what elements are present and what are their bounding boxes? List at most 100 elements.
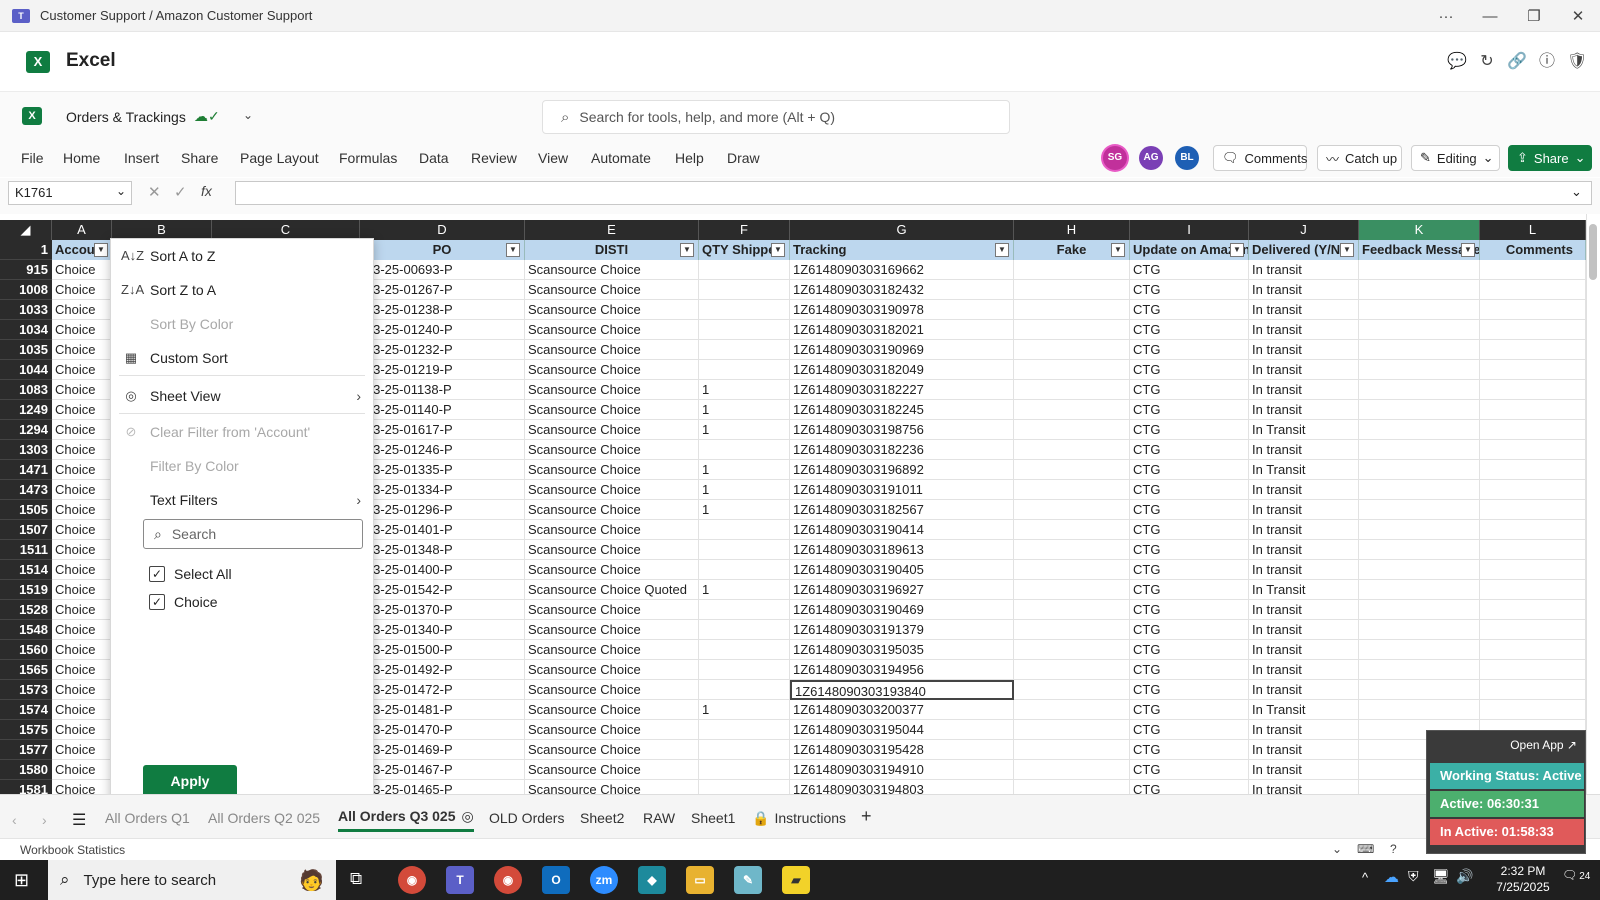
- table-cell[interactable]: [1480, 600, 1586, 620]
- table-cell[interactable]: 1Z6148090303195044: [790, 720, 1014, 740]
- app-diamond-icon[interactable]: ◆: [638, 866, 666, 894]
- share-button[interactable]: ⇪ Share ⌄: [1508, 145, 1592, 171]
- filter-search-input[interactable]: ⌕ Search: [143, 519, 363, 549]
- table-cell[interactable]: [699, 740, 790, 760]
- name-box[interactable]: K1761: [8, 181, 132, 205]
- table-cell[interactable]: [1480, 460, 1586, 480]
- table-cell[interactable]: Choice: [52, 340, 112, 360]
- table-cell[interactable]: Choice: [52, 540, 112, 560]
- table-cell[interactable]: Scansource Choice: [525, 460, 699, 480]
- table-cell[interactable]: 1Z6148090303182021: [790, 320, 1014, 340]
- table-cell[interactable]: Choice: [52, 440, 112, 460]
- table-cell[interactable]: [1480, 580, 1586, 600]
- table-cell[interactable]: Q3-25-01140-P: [360, 400, 525, 420]
- table-cell[interactable]: [1480, 340, 1586, 360]
- table-cell[interactable]: CTG: [1130, 620, 1249, 640]
- row-number[interactable]: 1505: [0, 500, 52, 520]
- table-cell[interactable]: [1359, 260, 1480, 280]
- menu-review[interactable]: Review: [471, 150, 517, 174]
- check-icon[interactable]: ✓: [174, 183, 187, 201]
- tab-all-orders-q3[interactable]: All Orders Q3 025 ◎: [338, 808, 474, 832]
- filter-dropdown-icon[interactable]: ▼: [506, 243, 520, 257]
- row-number[interactable]: 1514: [0, 560, 52, 580]
- row-number[interactable]: 1473: [0, 480, 52, 500]
- table-cell[interactable]: 1Z6148090303194910: [790, 760, 1014, 780]
- table-cell[interactable]: [1359, 340, 1480, 360]
- column-header-d[interactable]: D: [360, 220, 525, 240]
- table-cell[interactable]: In transit: [1249, 660, 1359, 680]
- table-cell[interactable]: In transit: [1249, 720, 1359, 740]
- table-cell[interactable]: In transit: [1249, 400, 1359, 420]
- table-cell[interactable]: 1Z6148090303191379: [790, 620, 1014, 640]
- table-cell[interactable]: [1014, 340, 1130, 360]
- table-cell[interactable]: [1359, 660, 1480, 680]
- notifications-icon[interactable]: 🗨 24: [1562, 868, 1590, 882]
- table-cell[interactable]: 1Z6148090303198756: [790, 420, 1014, 440]
- table-cell[interactable]: Scansource Choice: [525, 660, 699, 680]
- table-cell[interactable]: CTG: [1130, 320, 1249, 340]
- scrollbar-thumb[interactable]: [1589, 224, 1597, 280]
- task-view-icon[interactable]: ⧉: [350, 869, 362, 889]
- table-cell[interactable]: Scansource Choice: [525, 700, 699, 720]
- table-cell[interactable]: 1Z6148090303190469: [790, 600, 1014, 620]
- table-cell[interactable]: [1014, 280, 1130, 300]
- chrome-icon[interactable]: ◉: [398, 866, 426, 894]
- table-cell[interactable]: Choice: [52, 720, 112, 740]
- table-cell[interactable]: [1014, 360, 1130, 380]
- table-cell[interactable]: [1014, 400, 1130, 420]
- table-cell[interactable]: [699, 640, 790, 660]
- table-cell[interactable]: 1Z6148090303182245: [790, 400, 1014, 420]
- table-cell[interactable]: 1: [699, 480, 790, 500]
- cancel-icon[interactable]: ✕: [148, 183, 161, 201]
- table-cell[interactable]: CTG: [1130, 400, 1249, 420]
- table-cell[interactable]: CTG: [1130, 420, 1249, 440]
- table-cell[interactable]: CTG: [1130, 460, 1249, 480]
- table-cell[interactable]: Scansource Choice Quoted: [525, 580, 699, 600]
- table-cell[interactable]: [1359, 560, 1480, 580]
- avatar[interactable]: BL: [1175, 146, 1199, 170]
- table-cell[interactable]: Choice: [52, 520, 112, 540]
- table-cell[interactable]: Choice: [52, 380, 112, 400]
- minimize-icon[interactable]: —: [1468, 0, 1512, 32]
- table-cell[interactable]: [699, 620, 790, 640]
- menu-share[interactable]: Share: [181, 150, 218, 174]
- chevron-down-icon[interactable]: ⌄: [243, 108, 253, 122]
- column-header-g[interactable]: G: [790, 220, 1014, 240]
- menu-page-layout[interactable]: Page Layout: [240, 150, 319, 174]
- table-cell[interactable]: Scansource Choice: [525, 720, 699, 740]
- table-cell[interactable]: Q3-25-01238-P: [360, 300, 525, 320]
- table-cell[interactable]: [1480, 700, 1586, 720]
- table-cell[interactable]: In transit: [1249, 740, 1359, 760]
- open-app-button[interactable]: Open App ↗: [1497, 733, 1577, 757]
- row-number[interactable]: 1577: [0, 740, 52, 760]
- table-cell[interactable]: Choice: [52, 680, 112, 700]
- table-cell[interactable]: 1Z6148090303195035: [790, 640, 1014, 660]
- tab-all-orders-q1[interactable]: All Orders Q1: [105, 810, 190, 826]
- table-cell[interactable]: 1Z6148090303190978: [790, 300, 1014, 320]
- table-cell[interactable]: 1Z6148090303195428: [790, 740, 1014, 760]
- table-cell[interactable]: Q3-25-01246-P: [360, 440, 525, 460]
- avatar[interactable]: AG: [1139, 146, 1163, 170]
- table-cell[interactable]: [1014, 640, 1130, 660]
- table-cell[interactable]: Scansource Choice: [525, 480, 699, 500]
- tab-old-orders[interactable]: OLD Orders: [489, 810, 564, 826]
- document-title[interactable]: Orders & Trackings: [66, 109, 186, 125]
- apply-button[interactable]: Apply: [143, 765, 237, 797]
- table-cell[interactable]: Scansource Choice: [525, 540, 699, 560]
- column-header-e[interactable]: E: [525, 220, 699, 240]
- row-number[interactable]: 1511: [0, 540, 52, 560]
- close-icon[interactable]: ✕: [1556, 0, 1600, 32]
- table-cell[interactable]: 1: [699, 500, 790, 520]
- table-cell[interactable]: [1480, 560, 1586, 580]
- row-number[interactable]: 1303: [0, 440, 52, 460]
- zoom-icon[interactable]: zm: [590, 866, 618, 894]
- table-cell[interactable]: CTG: [1130, 280, 1249, 300]
- table-cell[interactable]: [1014, 420, 1130, 440]
- filter-by-color-item[interactable]: Filter By Color: [111, 451, 373, 481]
- table-cell[interactable]: Q3-25-01267-P: [360, 280, 525, 300]
- row-number[interactable]: 915: [0, 260, 52, 280]
- table-cell[interactable]: [699, 360, 790, 380]
- more-options-icon[interactable]: ···: [1424, 0, 1468, 32]
- table-cell[interactable]: CTG: [1130, 700, 1249, 720]
- windows-start-icon[interactable]: ⊞: [14, 870, 29, 891]
